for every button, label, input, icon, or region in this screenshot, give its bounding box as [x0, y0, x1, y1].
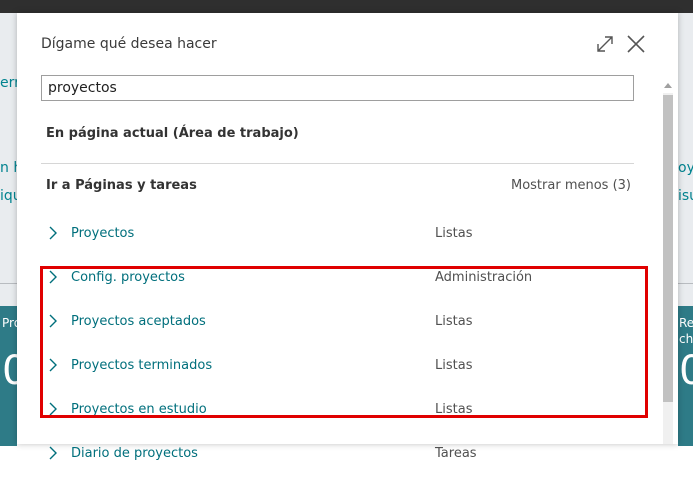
list-item[interactable]: Diario de proyectos Tareas	[41, 434, 641, 478]
close-icon[interactable]	[625, 33, 647, 55]
highlight-box	[40, 266, 648, 418]
result-title: Diario de proyectos	[71, 446, 198, 461]
scroll-up-icon[interactable]	[664, 81, 672, 89]
background-tile-right[interactable]: Reje che 0	[678, 306, 693, 446]
section-current-page: En página actual (Área de trabajo)	[46, 126, 299, 141]
search-input[interactable]	[41, 75, 634, 101]
result-category: Listas	[435, 226, 473, 241]
chevron-right-icon	[49, 226, 57, 240]
tile-label: che	[679, 332, 693, 346]
result-category: Tareas	[435, 446, 477, 461]
section-divider	[41, 163, 634, 164]
result-title: Proyectos	[71, 226, 135, 241]
scroll-thumb[interactable]	[663, 95, 673, 402]
tile-number: 0	[679, 348, 693, 394]
background-text: oye	[678, 160, 693, 176]
top-bar	[0, 0, 693, 13]
section-pages-tasks: Ir a Páginas y tareas	[46, 178, 197, 193]
tell-me-dialog: Dígame qué desea hacer En página actual …	[17, 13, 678, 461]
background-divider	[0, 283, 17, 284]
background-tile-left[interactable]: Pro 0	[0, 306, 27, 446]
background-divider	[678, 283, 693, 284]
expand-icon[interactable]	[594, 33, 616, 55]
dialog-title: Dígame qué desea hacer	[41, 36, 217, 52]
background-text: isu	[678, 188, 693, 204]
chevron-right-icon	[49, 446, 57, 460]
show-less-link[interactable]: Mostrar menos (3)	[511, 178, 631, 193]
scrollbar[interactable]	[661, 79, 675, 444]
tile-label: Reje	[679, 316, 693, 330]
list-item[interactable]: Proyectos Listas	[41, 214, 641, 258]
